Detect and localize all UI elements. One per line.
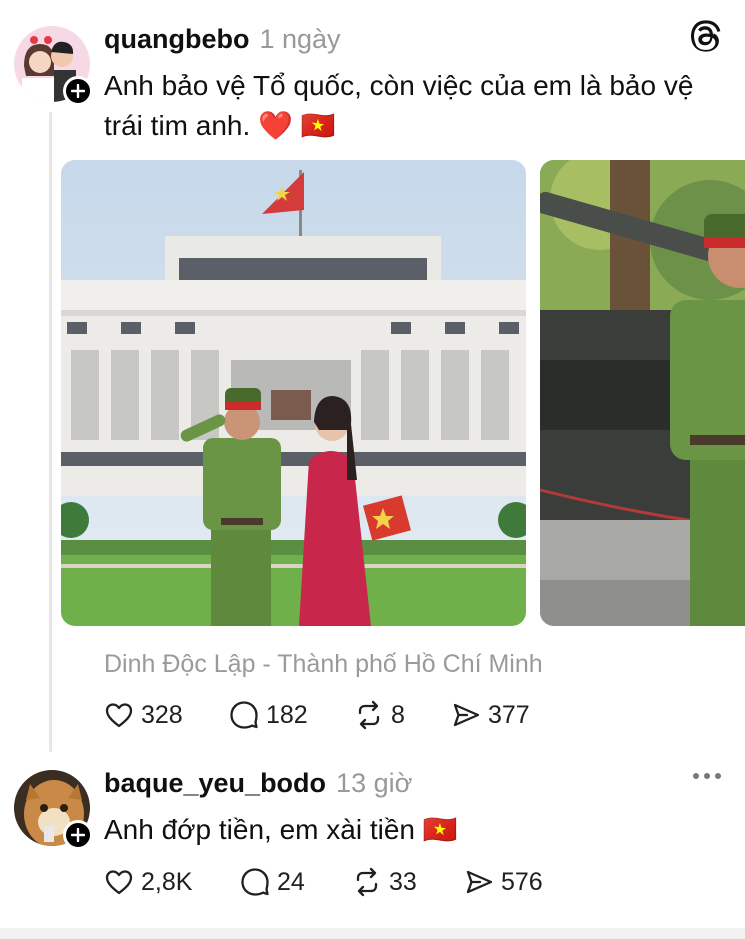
follow-plus-button[interactable] — [63, 76, 93, 106]
share-count: 377 — [488, 700, 530, 729]
share-button[interactable]: 377 — [451, 700, 530, 730]
reply-username[interactable]: baque_yeu_bodo — [104, 768, 326, 799]
more-options-button[interactable] — [691, 766, 723, 786]
more-dots-icon — [693, 773, 699, 779]
reply-repost-button[interactable]: 33 — [352, 867, 464, 897]
thread-connector-line — [49, 112, 52, 752]
post-username[interactable]: quangbebo — [104, 24, 249, 55]
reply-time: 13 giờ — [336, 768, 413, 798]
post-text: Anh bảo vệ Tổ quốc, còn việc của em là b… — [104, 66, 693, 146]
comment-bubble-icon — [241, 868, 269, 896]
post-time: 1 ngày — [259, 24, 341, 54]
reply-actions: 2,8K 24 33 576 — [104, 867, 543, 897]
comment-bubble-icon — [230, 701, 258, 729]
reply-follow-plus-button[interactable] — [63, 820, 93, 850]
section-divider — [0, 928, 745, 939]
post-text-line: trái tim anh. ❤️ 🇻🇳 — [104, 110, 336, 141]
reply-like-count: 2,8K — [141, 867, 193, 896]
more-dots-icon — [704, 773, 710, 779]
send-icon — [453, 703, 480, 727]
repost-icon — [356, 867, 378, 897]
post-location[interactable]: Dinh Độc Lập - Thành phố Hồ Chí Minh — [104, 650, 543, 679]
reply-comment-button[interactable]: 24 — [240, 867, 352, 897]
repost-button[interactable]: 8 — [354, 700, 451, 730]
send-icon — [466, 870, 493, 894]
threads-logo-icon — [691, 20, 721, 52]
post-header: quangbebo 1 ngày — [104, 24, 341, 55]
post-text-line: Anh bảo vệ Tổ quốc, còn việc của em là b… — [104, 70, 694, 101]
more-dots-icon — [715, 773, 721, 779]
reply-repost-count: 33 — [389, 867, 417, 896]
comment-count: 182 — [266, 700, 308, 729]
carousel-photo-tank[interactable] — [540, 160, 745, 626]
post-actions: 328 182 8 377 — [104, 700, 530, 730]
reply-share-button[interactable]: 576 — [464, 867, 543, 897]
reply-comment-count: 24 — [277, 867, 305, 896]
reply-like-button[interactable]: 2,8K — [104, 867, 240, 897]
plus-icon — [71, 84, 85, 98]
heart-icon — [105, 870, 133, 895]
comment-button[interactable]: 182 — [229, 700, 354, 730]
reply-text: Anh đớp tiền, em xài tiền 🇻🇳 — [104, 814, 458, 845]
carousel-photo-palace[interactable] — [61, 160, 526, 626]
repost-count: 8 — [391, 700, 405, 729]
reply-share-count: 576 — [501, 867, 543, 896]
reply-header: baque_yeu_bodo 13 giờ — [104, 768, 412, 799]
image-carousel[interactable] — [61, 160, 745, 626]
plus-icon — [71, 828, 85, 842]
like-count: 328 — [141, 700, 183, 729]
heart-icon — [105, 703, 133, 728]
repost-icon — [358, 700, 380, 730]
like-button[interactable]: 328 — [104, 700, 229, 730]
